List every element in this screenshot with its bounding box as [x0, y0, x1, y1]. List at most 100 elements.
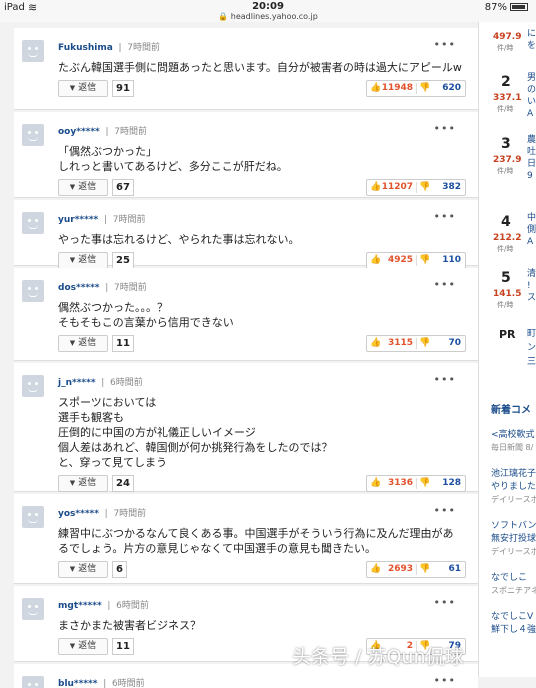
more-options-icon[interactable]: ••• — [434, 504, 456, 517]
news-link[interactable]: 鮮下し４強 — [491, 624, 536, 636]
news-link[interactable]: 無安打投球 — [491, 533, 536, 545]
ranking-title[interactable]: 清 — [527, 268, 536, 280]
ranking-title[interactable]: 日 — [527, 158, 536, 170]
caret-down-icon: ▼ — [69, 84, 76, 92]
comment-feed[interactable]: Fukushima | 7時間前 ••• たぶん韓国選手側に問題あったと思います。自… — [14, 28, 478, 688]
thumbs-down-icon[interactable]: 👎 — [419, 336, 430, 351]
disagree-count[interactable]: 382 — [442, 180, 461, 195]
news-link[interactable]: なでしこV — [491, 611, 533, 623]
more-options-icon[interactable]: ••• — [434, 373, 456, 386]
more-options-icon[interactable]: ••• — [434, 210, 456, 223]
ranking-item[interactable]: 2 337.1 件/時 男のい A — [479, 72, 536, 130]
ranking-title[interactable]: 吐 — [527, 146, 536, 158]
ranking-title[interactable]: の — [527, 84, 536, 96]
agree-count[interactable]: 3136 — [381, 476, 413, 491]
rate-unit: 件/時 — [497, 44, 514, 52]
username[interactable]: Fukushima — [58, 43, 113, 53]
thumbs-down-icon[interactable]: 👎 — [419, 81, 430, 96]
ranking-item[interactable]: 5 141.5 件/時 清! ス — [479, 268, 536, 326]
clock: 20:09 — [252, 1, 284, 12]
ranking-title[interactable]: A — [527, 236, 536, 248]
address-bar[interactable]: 🔒 headlines.yahoo.co.jp — [0, 12, 536, 21]
pr-title[interactable]: 町 — [527, 328, 536, 340]
caret-down-icon: ▼ — [69, 642, 76, 650]
ranking-title[interactable]: ス — [527, 292, 536, 304]
news-source: 毎日新聞 8/ — [491, 443, 534, 452]
ranking-title[interactable]: A — [527, 108, 536, 120]
news-link[interactable]: なでしこ — [491, 572, 527, 584]
thumbs-up-icon[interactable]: 👍 — [370, 562, 381, 577]
username[interactable]: blu***** — [58, 679, 97, 688]
vote-box: 👍 4925 👎 110 — [366, 252, 466, 269]
ranking-title[interactable]: 9 — [527, 170, 536, 182]
ranking-title[interactable]: 男 — [527, 72, 536, 84]
agree-count[interactable]: 3115 — [381, 336, 413, 351]
disagree-count[interactable]: 620 — [442, 81, 461, 96]
comment-line: そもそもこの言葉から信用できない — [58, 316, 234, 329]
pr-title[interactable]: 三 — [527, 356, 536, 368]
ranking-item[interactable]: 4 212.2 件/時 中側 A — [479, 212, 536, 270]
thumbs-down-icon[interactable]: 👎 — [419, 476, 430, 491]
more-options-icon[interactable]: ••• — [434, 38, 456, 51]
thumbs-up-icon[interactable]: 👍 — [370, 81, 381, 96]
reply-label: 返信 — [78, 83, 97, 93]
avatar-icon[interactable] — [22, 280, 44, 302]
ranking-title[interactable]: に — [527, 28, 536, 40]
thumbs-down-icon[interactable]: 👎 — [419, 562, 430, 577]
pr-title[interactable]: ン — [527, 342, 536, 354]
news-link[interactable]: やりました — [491, 481, 536, 493]
disagree-count[interactable]: 61 — [448, 562, 461, 577]
username[interactable]: yur***** — [58, 215, 98, 225]
avatar-icon[interactable] — [22, 124, 44, 146]
agree-count[interactable]: 2693 — [381, 562, 413, 577]
avatar-icon[interactable] — [22, 212, 44, 234]
ranking-title[interactable]: 農 — [527, 134, 536, 146]
news-link[interactable]: ソフトバン — [491, 520, 536, 532]
thumbs-up-icon[interactable]: 👍 — [370, 253, 381, 268]
disagree-count[interactable]: 70 — [448, 336, 461, 351]
comment-meta: Fukushima | 7時間前 — [58, 43, 161, 53]
username[interactable]: ooy***** — [58, 127, 100, 137]
reply-button[interactable]: ▼ 返信 — [58, 475, 108, 492]
agree-count[interactable]: 11948 — [381, 81, 413, 96]
avatar-icon[interactable] — [22, 375, 44, 397]
username[interactable]: mgt***** — [58, 601, 102, 611]
more-options-icon[interactable]: ••• — [434, 596, 456, 609]
reply-button[interactable]: ▼ 返信 — [58, 252, 108, 269]
comment-meta: j_n***** | 6時間前 — [58, 378, 143, 388]
ranking-title[interactable]: ! — [527, 280, 536, 292]
username[interactable]: dos***** — [58, 283, 100, 293]
ranking-title[interactable]: を — [527, 40, 536, 52]
thumbs-up-icon[interactable]: 👍 — [370, 180, 381, 195]
more-options-icon[interactable]: ••• — [434, 674, 456, 687]
avatar-icon[interactable] — [22, 40, 44, 62]
more-options-icon[interactable]: ••• — [434, 278, 456, 291]
thumbs-down-icon[interactable]: 👎 — [419, 180, 430, 195]
username[interactable]: yos***** — [58, 509, 99, 519]
timestamp: 6時間前 — [110, 378, 143, 388]
news-link[interactable]: <高校軟式 — [491, 429, 535, 441]
reply-button[interactable]: ▼ 返信 — [58, 335, 108, 352]
ranking-title[interactable]: 中 — [527, 212, 536, 224]
reply-button[interactable]: ▼ 返信 — [58, 179, 108, 196]
thumbs-up-icon[interactable]: 👍 — [370, 476, 381, 491]
avatar-icon[interactable] — [22, 676, 44, 688]
news-link[interactable]: 池江璃花子 — [491, 468, 536, 480]
ranking-title[interactable]: い — [527, 96, 536, 108]
reply-button[interactable]: ▼ 返信 — [58, 638, 108, 655]
username[interactable]: j_n***** — [58, 378, 96, 388]
thumbs-down-icon[interactable]: 👎 — [419, 253, 430, 268]
agree-count[interactable]: 11207 — [381, 180, 413, 195]
ranking-title[interactable]: 側 — [527, 224, 536, 236]
agree-count[interactable]: 4925 — [381, 253, 413, 268]
ranking-item[interactable]: 3 237.9 件/時 農吐日 9 — [479, 134, 536, 192]
reply-button[interactable]: ▼ 返信 — [58, 561, 108, 578]
disagree-count[interactable]: 128 — [442, 476, 461, 491]
more-options-icon[interactable]: ••• — [434, 122, 456, 135]
thumbs-up-icon[interactable]: 👍 — [370, 336, 381, 351]
avatar-icon[interactable] — [22, 506, 44, 528]
reply-button[interactable]: ▼ 返信 — [58, 80, 108, 97]
disagree-count[interactable]: 110 — [442, 253, 461, 268]
avatar-icon[interactable] — [22, 598, 44, 620]
pr-item[interactable]: PR 町ン三 — [479, 328, 536, 378]
